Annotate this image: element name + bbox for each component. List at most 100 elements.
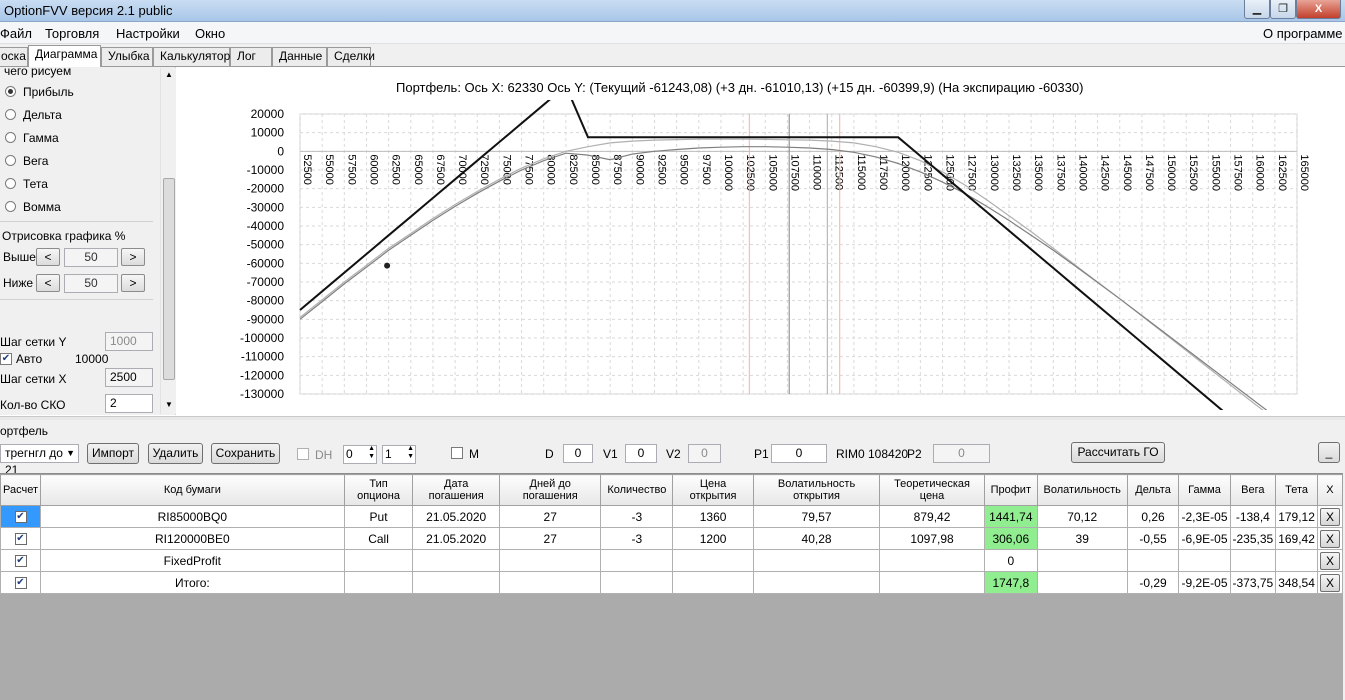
column-header[interactable]: Волатильность открытия: [752, 474, 881, 506]
calc-checkbox[interactable]: ✔: [14, 577, 27, 590]
remove-row-button[interactable]: X: [1319, 507, 1340, 526]
p2-input[interactable]: 0: [933, 444, 990, 463]
table-cell[interactable]: [879, 549, 985, 572]
table-cell[interactable]: [499, 571, 602, 594]
delete-button[interactable]: Удалить: [148, 443, 203, 464]
column-header[interactable]: Цена открытия: [672, 474, 754, 506]
collapse-button[interactable]: _: [1318, 442, 1340, 463]
table-cell[interactable]: [879, 571, 985, 594]
menu-about[interactable]: О программе: [1263, 26, 1343, 41]
column-header[interactable]: Дельта: [1126, 474, 1180, 506]
remove-row-button[interactable]: X: [1319, 573, 1340, 592]
import-button[interactable]: Импорт: [87, 443, 139, 464]
column-header[interactable]: Теоретическая цена: [879, 474, 985, 506]
table-cell[interactable]: 306,06: [983, 527, 1038, 550]
table-cell[interactable]: 0: [983, 549, 1038, 572]
table-cell[interactable]: -6,9E-05: [1178, 527, 1231, 550]
table-cell[interactable]: 27: [499, 527, 602, 550]
column-header[interactable]: X: [1316, 474, 1344, 506]
scroll-thumb[interactable]: [163, 178, 175, 380]
p1-input[interactable]: 0: [771, 444, 827, 463]
table-cell[interactable]: [1036, 549, 1128, 572]
tab-smile[interactable]: Улыбка: [101, 47, 153, 66]
table-cell[interactable]: 1097,98: [879, 527, 985, 550]
table-cell[interactable]: Итого:: [40, 571, 345, 594]
table-cell[interactable]: -2,3E-05: [1178, 505, 1231, 528]
table-cell[interactable]: 39: [1036, 527, 1128, 550]
column-header[interactable]: Гамма: [1178, 474, 1231, 506]
table-cell[interactable]: X: [1316, 571, 1344, 594]
auto-checkbox[interactable]: ✔: [0, 353, 12, 365]
table-cell[interactable]: 1747,8: [983, 571, 1038, 594]
table-cell[interactable]: ✔: [0, 505, 41, 528]
table-cell[interactable]: -0,55: [1126, 527, 1180, 550]
table-cell[interactable]: [1036, 571, 1128, 594]
table-cell[interactable]: 21.05.2020: [412, 505, 501, 528]
radio-theta[interactable]: [5, 178, 16, 189]
table-cell[interactable]: 27: [499, 505, 602, 528]
table-cell[interactable]: [412, 549, 501, 572]
calc-checkbox[interactable]: ✔: [14, 511, 27, 524]
table-row[interactable]: ✔ RI120000BE0 Call 21.05.2020 27 -3 1200 40,28 1…: [0, 527, 1344, 550]
table-row[interactable]: ✔ RI85000BQ0 Put 21.05.2020 27 -3 1360 79,57 879…: [0, 505, 1344, 528]
table-row[interactable]: ✔ Итого: 1747,8 -0,29 -9,2E-05 -373,75 348,54 X: [0, 571, 1344, 594]
column-header[interactable]: Код бумаги: [40, 474, 345, 506]
remove-row-button[interactable]: X: [1319, 529, 1340, 548]
table-cell[interactable]: RI120000BE0: [40, 527, 345, 550]
table-cell[interactable]: ✔: [0, 527, 41, 550]
tab-board[interactable]: оска: [0, 47, 28, 66]
table-cell[interactable]: [1275, 549, 1318, 572]
tab-log[interactable]: Лог: [230, 47, 272, 66]
column-header[interactable]: Количество: [600, 474, 674, 506]
table-cell[interactable]: [499, 549, 602, 572]
table-cell[interactable]: RI85000BQ0: [40, 505, 345, 528]
above-increase-button[interactable]: >: [121, 248, 145, 266]
radio-vomma[interactable]: [5, 201, 16, 212]
table-cell[interactable]: X: [1316, 527, 1344, 550]
dh-checkbox[interactable]: [297, 448, 309, 460]
above-decrease-button[interactable]: <: [36, 248, 60, 266]
tab-diagram[interactable]: Диаграмма: [28, 45, 101, 67]
portfolio-select[interactable]: трегнгл до 21 ▼: [0, 444, 79, 477]
table-cell[interactable]: -138,4: [1229, 505, 1277, 528]
spin-icon[interactable]: ▲ ▼: [368, 445, 375, 461]
table-cell[interactable]: 879,42: [879, 505, 985, 528]
below-increase-button[interactable]: >: [121, 274, 145, 292]
column-header[interactable]: Вега: [1229, 474, 1277, 506]
settings-scrollbar[interactable]: ▲ ▼: [160, 68, 176, 414]
table-cell[interactable]: 0,26: [1126, 505, 1180, 528]
table-cell[interactable]: [752, 549, 881, 572]
dh-stepper-2[interactable]: 1 ▲ ▼: [382, 445, 416, 464]
menu-trading[interactable]: Торговля: [45, 26, 99, 41]
column-header[interactable]: Тета: [1275, 474, 1318, 506]
menu-window[interactable]: Окно: [195, 26, 225, 41]
calc-checkbox[interactable]: ✔: [14, 555, 27, 568]
table-cell[interactable]: -3: [600, 527, 674, 550]
table-cell[interactable]: X: [1316, 505, 1344, 528]
column-header[interactable]: Дней до погашения: [499, 474, 602, 506]
table-cell[interactable]: -3: [600, 505, 674, 528]
table-cell[interactable]: 1441,74: [983, 505, 1038, 528]
below-decrease-button[interactable]: <: [36, 274, 60, 292]
table-cell[interactable]: Put: [343, 505, 414, 528]
radio-delta[interactable]: [5, 109, 16, 120]
spin-icon[interactable]: ▲ ▼: [407, 445, 414, 461]
m-checkbox[interactable]: [451, 447, 463, 459]
table-cell[interactable]: 169,42: [1275, 527, 1318, 550]
table-cell[interactable]: 1200: [672, 527, 754, 550]
table-cell[interactable]: -9,2E-05: [1178, 571, 1231, 594]
table-cell[interactable]: [1126, 549, 1180, 572]
save-button[interactable]: Сохранить: [211, 443, 280, 464]
table-cell[interactable]: -235,35: [1229, 527, 1277, 550]
table-cell[interactable]: X: [1316, 549, 1344, 572]
column-header[interactable]: Дата погашения: [412, 474, 501, 506]
dh-stepper-1[interactable]: 0 ▲ ▼: [343, 445, 377, 464]
table-cell[interactable]: ✔: [0, 549, 41, 572]
v2-input[interactable]: 0: [688, 444, 721, 463]
maximize-button[interactable]: ❐: [1270, 0, 1296, 19]
table-cell[interactable]: Call: [343, 527, 414, 550]
table-cell[interactable]: [672, 571, 754, 594]
table-row[interactable]: ✔ FixedProfit 0 X: [0, 549, 1344, 572]
table-cell[interactable]: [343, 571, 414, 594]
table-cell[interactable]: 348,54: [1275, 571, 1318, 594]
